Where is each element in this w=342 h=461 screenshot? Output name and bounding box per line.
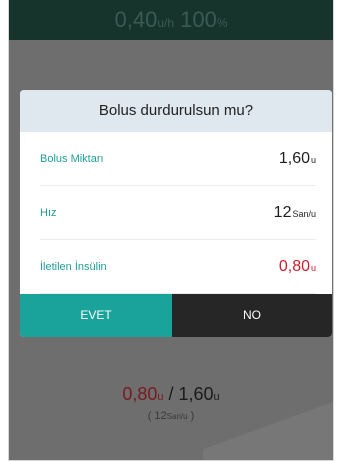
row-rate: Hız 12San/u	[40, 186, 316, 240]
dialog-actions: EVET NO	[20, 294, 332, 337]
bolus-progress-summary: 0,80u / 1,60u	[9, 384, 333, 405]
row-label: Bolus Miktarı	[40, 153, 104, 165]
basal-rate-value: 0,40	[114, 7, 158, 32]
rate-unit: San/u	[292, 209, 316, 219]
row-bolus-amount: Bolus Miktarı 1,60u	[40, 132, 316, 186]
dialog-title: Bolus durdurulsun mu?	[20, 90, 332, 132]
total-unit: u	[213, 391, 220, 403]
row-label: İletilen İnsülin	[40, 261, 107, 273]
delivered-insulin-value: 0,80	[278, 258, 310, 275]
bolus-amount-unit: u	[310, 155, 316, 165]
basal-rate-unit: u/h	[157, 16, 174, 30]
status-bar: 0,40u/h 100%	[9, 0, 333, 40]
no-button[interactable]: NO	[172, 294, 332, 337]
summary-separator: /	[163, 384, 179, 404]
stop-bolus-dialog: Bolus durdurulsun mu? Bolus Miktarı 1,60…	[20, 90, 332, 337]
rate-unit: San/u	[166, 412, 188, 421]
row-delivered-insulin: İletilen İnsülin 0,80u	[40, 240, 316, 294]
bolus-rate-summary: ( 12San/u )	[9, 410, 333, 422]
yes-button[interactable]: EVET	[20, 294, 172, 337]
rate-value: 12	[273, 204, 292, 221]
row-label: Hız	[40, 207, 57, 219]
delivered-value: 0,80	[122, 384, 158, 404]
delivered-insulin-unit: u	[310, 263, 316, 273]
battery-unit: %	[216, 16, 228, 30]
row-value: 1,60u	[279, 132, 316, 187]
total-value: 1,60	[178, 384, 214, 404]
row-value: 12San/u	[274, 186, 316, 241]
rate-open: ( 12	[147, 410, 167, 422]
battery-value: 100	[180, 7, 217, 32]
rate-close: )	[187, 410, 195, 422]
row-value: 0,80u	[279, 240, 316, 295]
bolus-amount-value: 1,60	[278, 150, 310, 167]
